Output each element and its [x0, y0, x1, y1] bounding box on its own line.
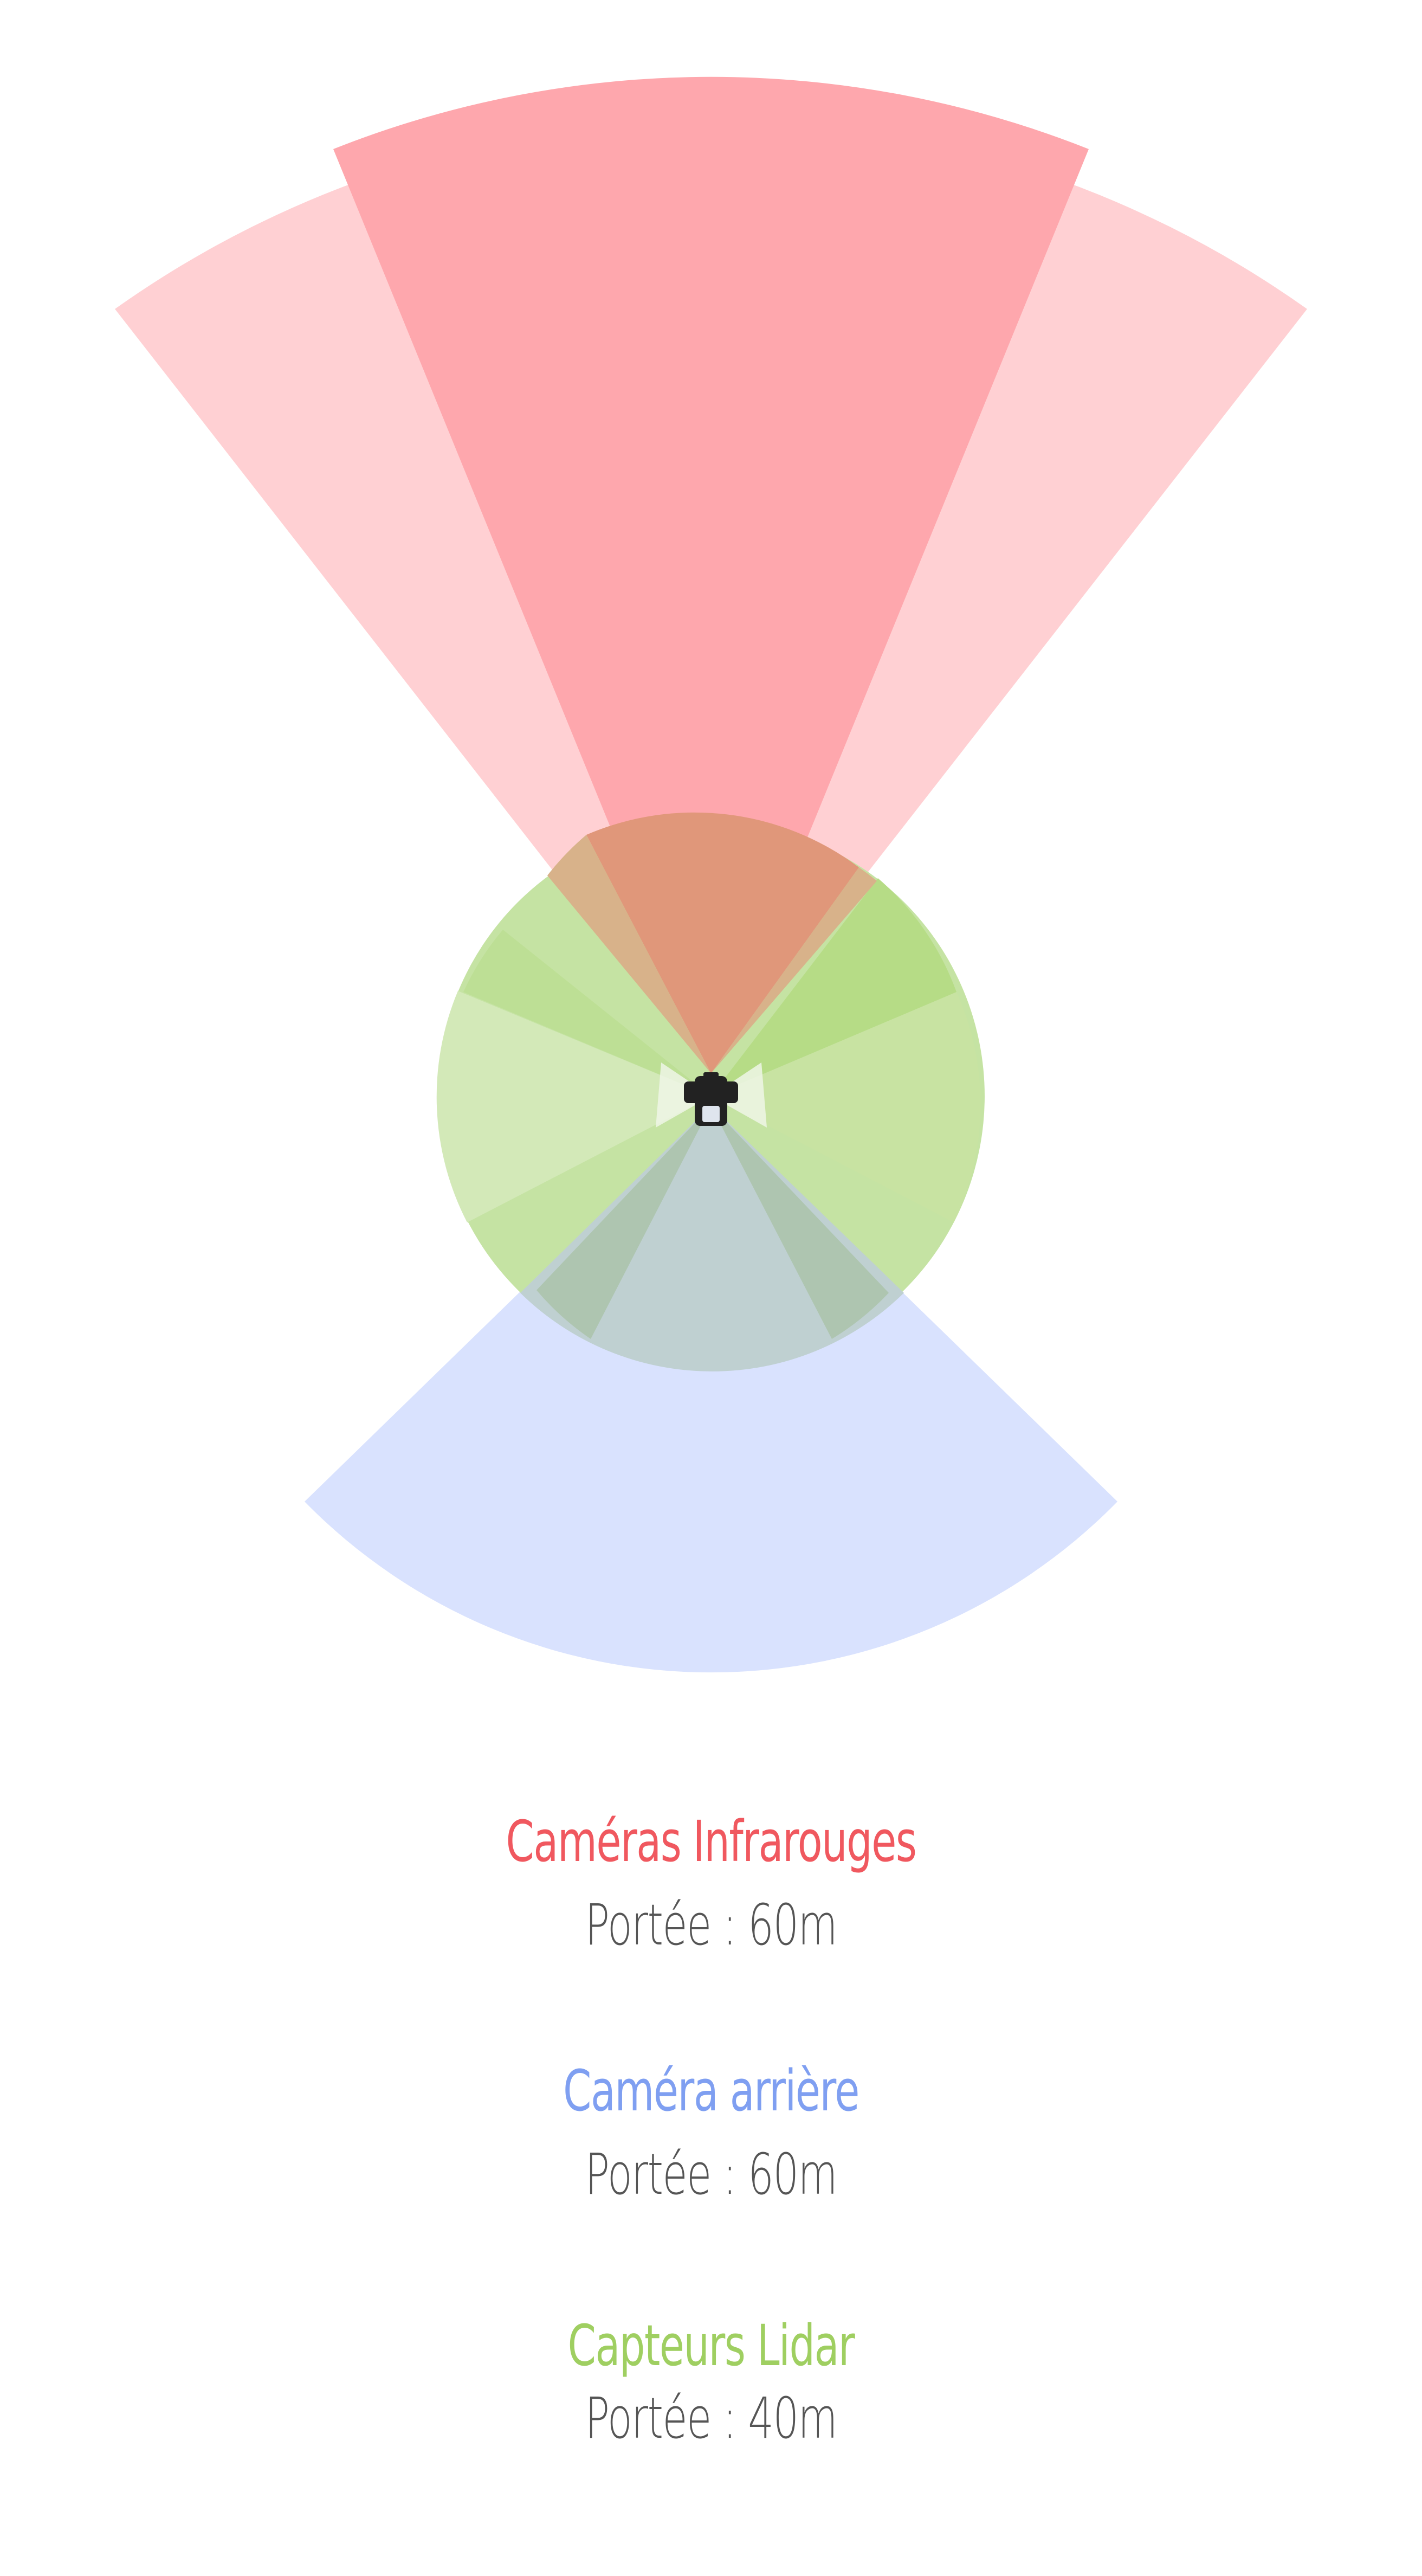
- legend-rear-camera-range: Portée : 60m: [585, 2141, 838, 2208]
- legend-infrared: Caméras Infrarouges Portée : 60m: [0, 1811, 1422, 1956]
- sensor-coverage-diagram: [115, 76, 1307, 1673]
- legend-rear-camera-title: Caméra arrière: [563, 2058, 859, 2124]
- legend-lidar-title: Capteurs Lidar: [567, 2313, 855, 2379]
- legend-rear-camera: Caméra arrière Portée : 60m: [0, 2060, 1422, 2206]
- legend-infrared-range: Portée : 60m: [585, 1892, 838, 1959]
- legend-lidar: Capteurs Lidar Portée : 40m: [0, 2315, 1422, 2450]
- legend-infrared-title: Caméras Infrarouges: [506, 1808, 917, 1875]
- legend-lidar-range: Portée : 40m: [585, 2385, 838, 2452]
